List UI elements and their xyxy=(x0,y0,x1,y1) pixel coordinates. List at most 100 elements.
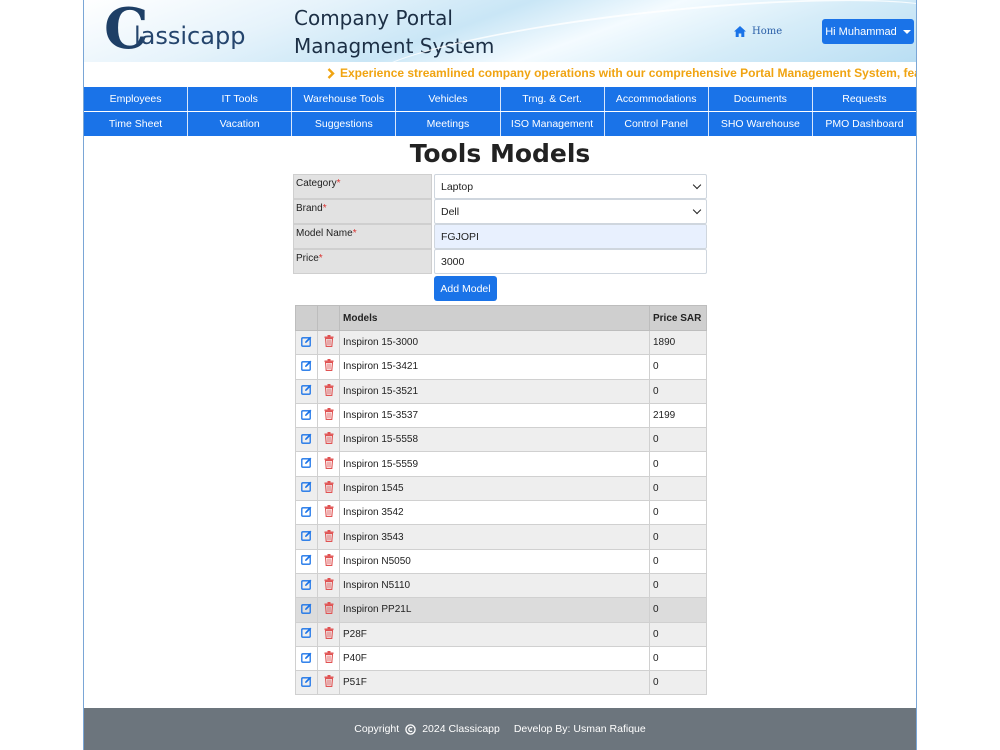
user-menu-button[interactable]: Hi Muhammad xyxy=(822,19,914,44)
nav-item-suggestions[interactable]: Suggestions xyxy=(292,112,397,136)
trash-icon[interactable] xyxy=(324,505,334,518)
edit-cell xyxy=(295,645,318,672)
edit-icon[interactable] xyxy=(301,627,312,639)
delete-cell xyxy=(317,597,340,623)
trash-icon[interactable] xyxy=(324,335,334,348)
caret-down-icon xyxy=(902,29,911,34)
trash-icon[interactable] xyxy=(324,359,334,372)
page-title: Tools Models xyxy=(409,139,591,168)
trash-icon[interactable] xyxy=(324,408,334,421)
trash-icon[interactable] xyxy=(324,602,334,615)
model-cell: Inspiron 15-3421 xyxy=(339,354,650,380)
nav-row-2: Time Sheet Vacation Suggestions Meetings… xyxy=(84,112,916,136)
edit-cell xyxy=(295,597,318,623)
nav-item-sho-warehouse[interactable]: SHO Warehouse xyxy=(708,112,813,136)
edit-cell xyxy=(295,524,318,550)
model-cell: P40F xyxy=(339,645,650,672)
price-cell: 0 xyxy=(649,548,707,574)
edit-cell xyxy=(295,427,318,453)
model-name-input[interactable]: FGJOPI xyxy=(434,224,707,249)
trash-icon[interactable] xyxy=(324,432,334,445)
header-edit xyxy=(295,305,318,331)
edit-cell xyxy=(295,548,318,574)
edit-icon[interactable] xyxy=(301,554,312,566)
nav-item-iso-management[interactable]: ISO Management xyxy=(500,112,605,136)
trash-icon[interactable] xyxy=(324,675,334,688)
edit-icon[interactable] xyxy=(301,433,312,444)
copyright-label: Copyright xyxy=(354,723,400,735)
brand-row: Brand* Dell xyxy=(293,199,707,224)
nav-item-control-panel[interactable]: Control Panel xyxy=(604,112,709,136)
edit-icon[interactable] xyxy=(301,336,312,347)
header-price[interactable]: Price SAR xyxy=(649,305,707,331)
home-label: Home xyxy=(752,26,783,37)
header: C lassicapp Company Portal Managment Sys… xyxy=(84,0,916,62)
edit-icon[interactable] xyxy=(301,652,312,663)
edit-cell xyxy=(295,621,318,647)
nav-item-accommodations[interactable]: Accommodations xyxy=(604,87,709,111)
trash-icon[interactable] xyxy=(324,529,334,542)
brand-select[interactable]: Dell xyxy=(434,199,707,224)
edit-icon[interactable] xyxy=(301,676,312,687)
model-cell: Inspiron N5050 xyxy=(339,548,650,574)
nav-item-vacation[interactable]: Vacation xyxy=(188,112,293,136)
model-cell: Inspiron 15-3537 xyxy=(339,402,650,429)
main-nav: Employees IT Tools Warehouse Tools Vehic… xyxy=(84,87,916,137)
trash-icon[interactable] xyxy=(324,383,334,396)
header-delete xyxy=(317,305,340,331)
trash-icon[interactable] xyxy=(324,456,334,469)
category-select[interactable]: Laptop xyxy=(434,174,707,199)
logo-text: lassicapp xyxy=(134,22,246,50)
edit-icon[interactable] xyxy=(301,409,312,420)
edit-icon[interactable] xyxy=(301,530,312,541)
nav-item-it-tools[interactable]: IT Tools xyxy=(188,87,293,111)
home-link[interactable]: Home xyxy=(734,26,782,37)
trash-icon[interactable] xyxy=(324,578,334,591)
brand-value: Dell xyxy=(441,205,460,218)
price-value: 3000 xyxy=(441,255,465,268)
edit-icon[interactable] xyxy=(301,579,312,590)
table-row: Inspiron 15-5558 0 xyxy=(295,427,707,453)
model-cell: Inspiron 3543 xyxy=(339,524,650,550)
portal-title: Company Portal Managment System xyxy=(294,4,494,60)
copyright-icon xyxy=(405,723,416,735)
category-label: Category* xyxy=(293,174,432,199)
edit-icon[interactable] xyxy=(301,384,312,396)
nav-item-employees[interactable]: Employees xyxy=(84,87,189,111)
nav-item-documents[interactable]: Documents xyxy=(708,87,813,111)
announcement-marquee: Experience streamlined company operation… xyxy=(84,62,916,86)
trash-icon[interactable] xyxy=(324,480,334,493)
edit-cell xyxy=(295,329,318,356)
trash-icon[interactable] xyxy=(324,553,334,566)
add-model-button[interactable]: Add Model xyxy=(434,276,497,301)
marquee-text: Experience streamlined company operation… xyxy=(340,66,916,80)
nav-item-requests[interactable]: Requests xyxy=(812,87,916,111)
price-cell: 0 xyxy=(649,524,707,550)
nav-item-time-sheet[interactable]: Time Sheet xyxy=(84,112,189,136)
trash-icon[interactable] xyxy=(324,626,334,639)
delete-cell xyxy=(317,524,340,550)
table-row: Inspiron 1545 0 xyxy=(295,475,707,502)
edit-icon[interactable] xyxy=(301,481,312,493)
delete-cell xyxy=(317,548,340,574)
price-cell: 0 xyxy=(649,451,707,477)
nav-item-vehicles[interactable]: Vehicles xyxy=(396,87,501,111)
nav-item-pmo-dashboard[interactable]: PMO Dashboard xyxy=(812,112,916,136)
edit-icon[interactable] xyxy=(301,360,312,371)
table-row: Inspiron N5110 0 xyxy=(295,572,707,599)
delete-cell xyxy=(317,329,340,356)
edit-icon[interactable] xyxy=(301,506,312,517)
table-row: Inspiron 15-3000 1890 xyxy=(295,329,707,356)
edit-icon[interactable] xyxy=(301,457,312,468)
chevron-down-icon xyxy=(692,205,702,215)
trash-icon[interactable] xyxy=(324,651,334,664)
edit-icon[interactable] xyxy=(301,603,312,614)
price-input[interactable]: 3000 xyxy=(434,249,707,274)
nav-item-meetings[interactable]: Meetings xyxy=(396,112,501,136)
model-cell: Inspiron N5110 xyxy=(339,572,650,599)
logo[interactable]: C lassicapp xyxy=(104,1,245,61)
nav-item-training-cert[interactable]: Trng. & Cert. xyxy=(500,87,605,111)
header-models[interactable]: Models xyxy=(339,305,650,331)
portal-title-line1: Company Portal xyxy=(294,6,453,30)
nav-item-warehouse-tools[interactable]: Warehouse Tools xyxy=(292,87,397,111)
